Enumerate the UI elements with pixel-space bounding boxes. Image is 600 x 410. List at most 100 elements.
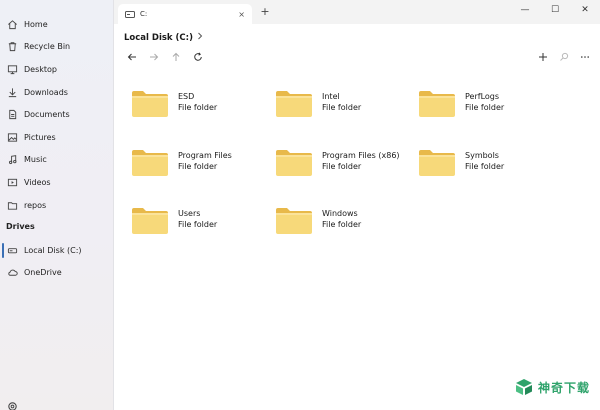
minimize-button[interactable]: — [510, 0, 540, 20]
refresh-icon [193, 51, 202, 61]
folder-type: File folder [178, 220, 218, 229]
folder-type: File folder [178, 103, 218, 112]
folder-icon [275, 149, 313, 177]
music-icon [7, 154, 18, 165]
folder-meta: PerfLogs File folder [465, 90, 504, 113]
folder-name: Program Files [178, 151, 232, 160]
sidebar-item-label: Recycle Bin [24, 42, 71, 52]
new-item-button[interactable] [537, 51, 548, 62]
back-button[interactable] [126, 51, 137, 62]
right-toolbar [527, 51, 590, 62]
home-icon [7, 19, 18, 30]
desktop-icon [7, 64, 18, 75]
folder-item[interactable]: Program Files File folder [131, 149, 266, 189]
recycle-bin-icon [7, 41, 18, 52]
folder-type: File folder [465, 162, 505, 171]
sidebar-item-label: Pictures [24, 132, 56, 142]
folder-name: Program Files (x86) [322, 151, 400, 160]
breadcrumb: Local Disk (C:) [124, 32, 203, 43]
drive-icon [7, 245, 18, 256]
download-icon [7, 87, 18, 98]
sidebar: Home Recycle Bin Desktop Downloads Docum… [0, 0, 114, 410]
sidebar-item-desktop[interactable]: Desktop [0, 58, 114, 81]
folder-icon [275, 90, 313, 118]
settings-button[interactable] [7, 401, 18, 410]
search-button[interactable] [558, 51, 569, 62]
folder-icon [275, 207, 313, 235]
folder-meta: Symbols File folder [465, 149, 504, 172]
folder-icon [131, 90, 169, 118]
folder-item[interactable]: PerfLogs File folder [418, 90, 553, 130]
new-tab-button[interactable]: + [258, 5, 272, 18]
up-arrow-icon [172, 52, 179, 61]
sidebar-item-pictures[interactable]: Pictures [0, 126, 114, 149]
close-button[interactable]: ✕ [570, 0, 600, 20]
watermark-text: 神奇下载 [537, 380, 590, 395]
folder-name: Intel [322, 92, 340, 101]
up-button[interactable] [170, 51, 181, 62]
watermark: 神奇下载 [514, 378, 590, 396]
folder-meta: Program Files (x86) File folder [322, 149, 400, 172]
plus-icon [538, 52, 547, 61]
window-controls: — ☐ ✕ [510, 0, 600, 20]
folder-outline-icon [7, 200, 18, 211]
sidebar-nav: Home Recycle Bin Desktop Downloads Docum… [0, 13, 114, 216]
sidebar-item-label: OneDrive [24, 268, 62, 278]
sidebar-item-music[interactable]: Music [0, 149, 114, 172]
sidebar-item-label: repos [24, 200, 47, 210]
sidebar-item-label: Downloads [24, 87, 68, 97]
sidebar-item-recycle-bin[interactable]: Recycle Bin [0, 36, 114, 59]
refresh-button[interactable] [192, 51, 203, 62]
folder-name: Users [178, 209, 201, 218]
sidebar-item-label: Documents [24, 110, 70, 120]
sidebar-item-label: Videos [24, 177, 51, 187]
search-icon [559, 52, 568, 61]
folder-icon [418, 149, 456, 177]
sidebar-item-home[interactable]: Home [0, 13, 114, 36]
sidebar-item-downloads[interactable]: Downloads [0, 81, 114, 104]
video-icon [7, 177, 18, 188]
sidebar-item-label: Local Disk (C:) [24, 245, 82, 255]
back-arrow-icon [127, 53, 136, 60]
settings-icon [7, 401, 18, 410]
folder-item[interactable]: Users File folder [131, 207, 266, 247]
folder-icon [418, 90, 456, 118]
folder-name: Windows [322, 209, 358, 218]
main-pane: Local Disk (C:) ESD File folder Intel File … [114, 24, 600, 410]
tab-c-drive[interactable]: C: × [118, 4, 252, 24]
chevron-right-icon[interactable] [197, 32, 203, 43]
drives-list: Local Disk (C:) OneDrive [0, 239, 114, 284]
cloud-icon [7, 267, 18, 278]
more-options-button[interactable] [579, 51, 590, 62]
forward-button[interactable] [148, 51, 159, 62]
sidebar-item-label: Music [24, 155, 47, 165]
folder-item[interactable]: Windows File folder [275, 207, 410, 247]
folder-type: File folder [322, 103, 362, 112]
folder-icon [131, 149, 169, 177]
drives-section-label: Drives [6, 222, 35, 231]
folder-meta: Intel File folder [322, 90, 361, 113]
folder-type: File folder [322, 162, 362, 171]
folder-meta: Users File folder [178, 207, 217, 230]
folder-meta: Program Files File folder [178, 149, 232, 172]
folder-name: ESD [178, 92, 195, 101]
maximize-button[interactable]: ☐ [540, 0, 570, 20]
folder-type: File folder [178, 162, 218, 171]
sidebar-item-videos[interactable]: Videos [0, 171, 114, 194]
folder-meta: ESD File folder [178, 90, 217, 113]
nav-toolbar [126, 51, 214, 62]
forward-arrow-icon [149, 53, 158, 60]
sidebar-item-local-disk[interactable]: Local Disk (C:) [0, 239, 114, 262]
tab-close-button[interactable]: × [238, 10, 245, 19]
folder-item[interactable]: ESD File folder [131, 90, 266, 130]
folder-type: File folder [465, 103, 505, 112]
sidebar-item-onedrive[interactable]: OneDrive [0, 262, 114, 285]
folder-meta: Windows File folder [322, 207, 361, 230]
sidebar-item-documents[interactable]: Documents [0, 103, 114, 126]
folder-name: PerfLogs [465, 92, 500, 101]
sidebar-item-repos[interactable]: repos [0, 194, 114, 217]
folder-item[interactable]: Program Files (x86) File folder [275, 149, 410, 189]
folder-item[interactable]: Symbols File folder [418, 149, 553, 189]
breadcrumb-item[interactable]: Local Disk (C:) [124, 33, 193, 43]
folder-item[interactable]: Intel File folder [275, 90, 410, 130]
